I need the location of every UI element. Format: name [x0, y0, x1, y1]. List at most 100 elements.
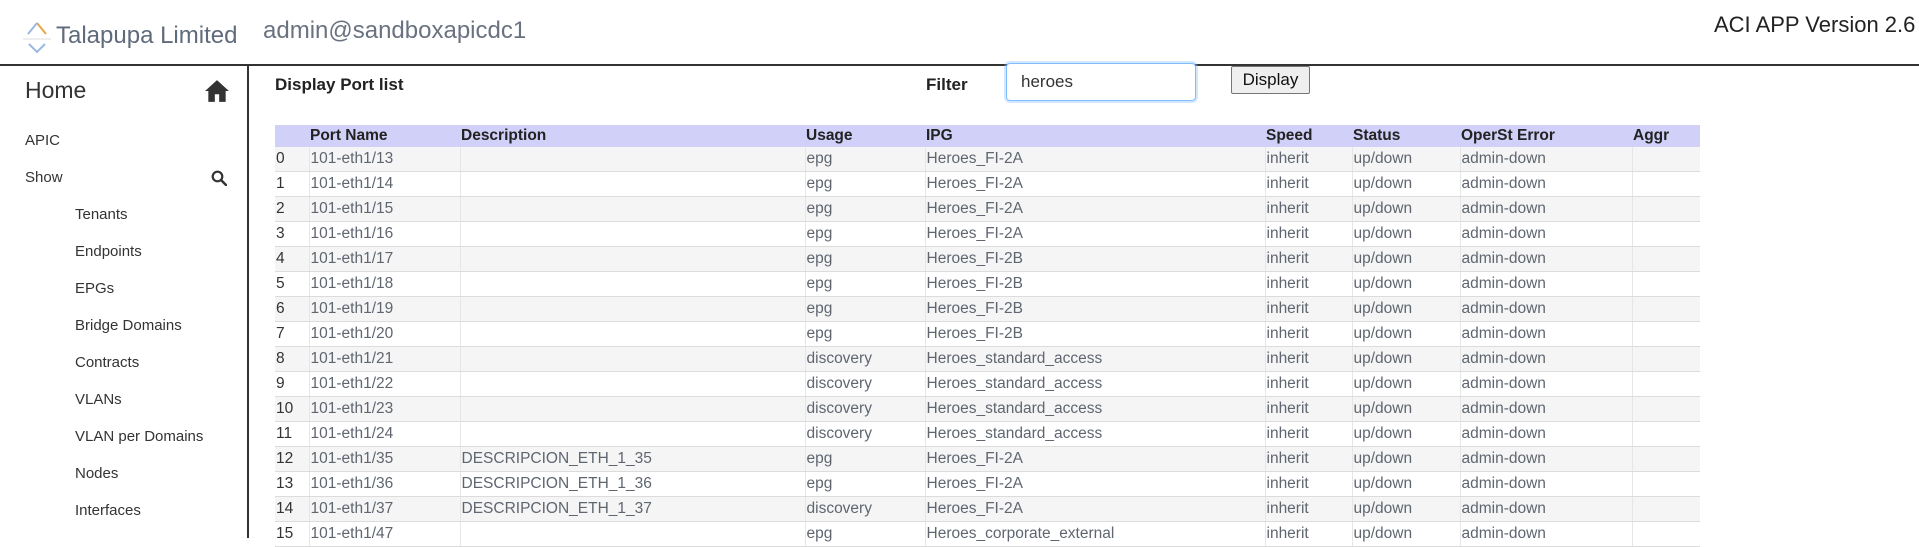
cell-status: up/down	[1351, 496, 1460, 522]
cell-ipg: Heroes_FI-2A	[924, 196, 1265, 222]
cell-description	[459, 396, 805, 422]
cell-ipg: Heroes_FI-2A	[924, 496, 1265, 522]
table-row: 7 101-eth1/20 epg Heroes_FI-2B inherit up/dow…	[275, 321, 1700, 347]
cell-aggr	[1631, 346, 1700, 372]
cell-description	[459, 246, 805, 272]
table-row: 13 101-eth1/36 DESCRIPCION_ETH_1_36 epg Hero…	[275, 471, 1700, 497]
cell-speed: inherit	[1264, 471, 1352, 497]
cell-index: 11	[275, 421, 309, 447]
cell-operst-error: admin-down	[1459, 321, 1632, 347]
cell-description: DESCRIPCION_ETH_1_36	[459, 471, 805, 497]
cell-operst-error: admin-down	[1459, 171, 1632, 197]
cell-index: 8	[275, 346, 309, 372]
cell-usage: epg	[804, 221, 925, 247]
display-button[interactable]: Display	[1231, 66, 1310, 94]
sidebar-item-tenants[interactable]: Tenants	[75, 206, 128, 223]
table-row: 5 101-eth1/18 epg Heroes_FI-2B inherit up/dow…	[275, 271, 1700, 297]
cell-operst-error: admin-down	[1459, 246, 1632, 272]
cell-status: up/down	[1351, 321, 1460, 347]
cell-status: up/down	[1351, 346, 1460, 372]
cell-index: 2	[275, 196, 309, 222]
table-row: 15 101-eth1/47 epg Heroes_corporate_externa…	[275, 521, 1700, 547]
column-header-ipg: IPG	[925, 125, 1265, 147]
cell-description	[459, 321, 805, 347]
sidebar-item-vlans[interactable]: VLANs	[75, 391, 122, 408]
cell-operst-error: admin-down	[1459, 196, 1632, 222]
cell-speed: inherit	[1264, 371, 1352, 397]
sidebar-item-vlan-per-domains[interactable]: VLAN per Domains	[75, 428, 203, 445]
cell-aggr	[1631, 496, 1700, 522]
cell-port-name: 101-eth1/23	[308, 396, 460, 422]
cell-operst-error: admin-down	[1459, 147, 1632, 172]
column-header-aggr: Aggr	[1632, 125, 1700, 147]
cell-speed: inherit	[1264, 496, 1352, 522]
cell-port-name: 101-eth1/18	[308, 271, 460, 297]
cell-status: up/down	[1351, 271, 1460, 297]
sidebar-item-endpoints[interactable]: Endpoints	[75, 243, 142, 260]
page-title: Display Port list	[275, 75, 404, 94]
cell-index: 1	[275, 171, 309, 197]
cell-description: DESCRIPCION_ETH_1_37	[459, 496, 805, 522]
cell-aggr	[1631, 196, 1700, 222]
table-header-row: Port Name Description Usage IPG Speed Status O…	[275, 125, 1700, 147]
cell-usage: epg	[804, 271, 925, 297]
cell-operst-error: admin-down	[1459, 521, 1632, 547]
sidebar-item-interfaces[interactable]: Interfaces	[75, 502, 141, 519]
app-version: ACI APP Version 2.6	[1714, 12, 1916, 37]
cell-operst-error: admin-down	[1459, 471, 1632, 497]
cell-index: 10	[275, 396, 309, 422]
cell-status: up/down	[1351, 147, 1460, 172]
cell-usage: epg	[804, 196, 925, 222]
home-icon[interactable]	[204, 78, 230, 104]
sidebar-item-apic[interactable]: APIC	[25, 132, 60, 149]
table-row: 0 101-eth1/13 epg Heroes_FI-2A inherit up/dow…	[275, 147, 1700, 172]
cell-operst-error: admin-down	[1459, 446, 1632, 472]
cell-ipg: Heroes_FI-2A	[924, 471, 1265, 497]
cell-aggr	[1631, 321, 1700, 347]
cell-speed: inherit	[1264, 396, 1352, 422]
cell-aggr	[1631, 421, 1700, 447]
cell-ipg: Heroes_standard_access	[924, 346, 1265, 372]
sidebar-home-link[interactable]: Home	[25, 77, 86, 104]
search-icon[interactable]	[211, 170, 227, 186]
filter-input[interactable]	[1006, 63, 1196, 101]
cell-operst-error: admin-down	[1459, 296, 1632, 322]
column-header-description: Description	[460, 125, 805, 147]
cell-usage: epg	[804, 321, 925, 347]
cell-status: up/down	[1351, 396, 1460, 422]
cell-usage: epg	[804, 246, 925, 272]
table-body: 0 101-eth1/13 epg Heroes_FI-2A inherit up/dow…	[275, 147, 1700, 547]
sidebar-item-show[interactable]: Show	[25, 169, 63, 186]
cell-ipg: Heroes_FI-2B	[924, 271, 1265, 297]
table-row: 9 101-eth1/22 discovery Heroes_standard_acc…	[275, 371, 1700, 397]
cell-description: DESCRIPCION_ETH_1_35	[459, 446, 805, 472]
cell-description	[459, 171, 805, 197]
cell-speed: inherit	[1264, 346, 1352, 372]
cell-usage: epg	[804, 296, 925, 322]
cell-port-name: 101-eth1/17	[308, 246, 460, 272]
cell-status: up/down	[1351, 446, 1460, 472]
cell-description	[459, 421, 805, 447]
cell-speed: inherit	[1264, 321, 1352, 347]
table-row: 10 101-eth1/23 discovery Heroes_standard_ac…	[275, 396, 1700, 422]
cell-index: 6	[275, 296, 309, 322]
cell-usage: discovery	[804, 421, 925, 447]
sidebar-item-contracts[interactable]: Contracts	[75, 354, 139, 371]
cell-operst-error: admin-down	[1459, 421, 1632, 447]
cell-ipg: Heroes_FI-2A	[924, 171, 1265, 197]
cell-ipg: Heroes_standard_access	[924, 371, 1265, 397]
cell-description	[459, 221, 805, 247]
cell-status: up/down	[1351, 471, 1460, 497]
sidebar-item-nodes[interactable]: Nodes	[75, 465, 118, 482]
cell-ipg: Heroes_FI-2A	[924, 147, 1265, 172]
cell-speed: inherit	[1264, 246, 1352, 272]
cell-status: up/down	[1351, 221, 1460, 247]
sidebar-item-bridge-domains[interactable]: Bridge Domains	[75, 317, 182, 334]
cell-speed: inherit	[1264, 196, 1352, 222]
company-logo	[23, 22, 51, 54]
filter-label: Filter	[926, 75, 968, 94]
cell-aggr	[1631, 221, 1700, 247]
cell-operst-error: admin-down	[1459, 496, 1632, 522]
table-row: 2 101-eth1/15 epg Heroes_FI-2A inherit up/dow…	[275, 196, 1700, 222]
sidebar-item-epgs[interactable]: EPGs	[75, 280, 114, 297]
